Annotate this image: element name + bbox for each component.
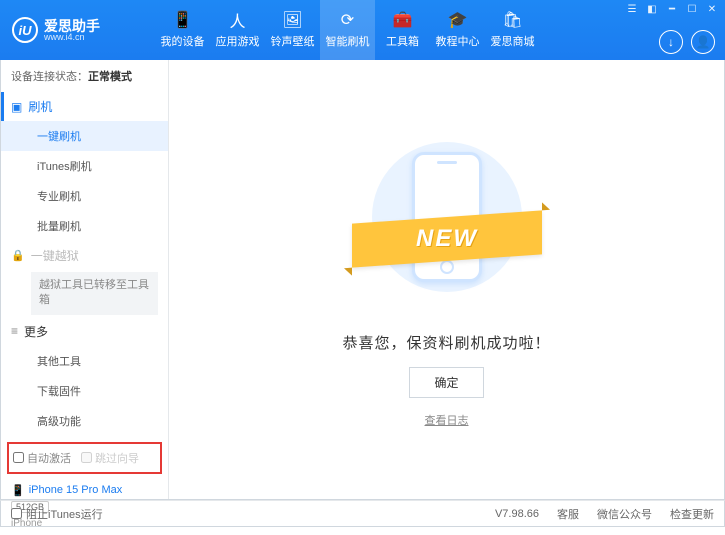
app-name: 爱思助手 xyxy=(44,19,100,33)
menu-icon[interactable]: ☰ xyxy=(625,4,639,15)
sidebar-item-onekey[interactable]: 一键刷机 xyxy=(1,121,168,151)
sidebar-item-itunes[interactable]: iTunes刷机 xyxy=(1,151,168,181)
success-illustration: NEW xyxy=(362,132,532,312)
options-highlight-box: 自动激活 跳过向导 xyxy=(7,442,162,474)
nav-apps[interactable]: 人应用游戏 xyxy=(210,0,265,60)
nav-toolbox[interactable]: 🧰工具箱 xyxy=(375,0,430,60)
apps-icon: 人 xyxy=(229,11,245,29)
device-icon: 📱 xyxy=(173,11,193,29)
ringtone-icon: 🖼 xyxy=(282,11,302,29)
content-area: 设备连接状态：正常模式 ▣ 刷机 一键刷机 iTunes刷机 专业刷机 批量刷机… xyxy=(0,60,725,500)
success-message: 恭喜您，保资料刷机成功啦！ xyxy=(342,332,550,353)
footer-wechat[interactable]: 微信公众号 xyxy=(597,506,652,522)
logo-icon: iU xyxy=(12,17,38,43)
footer-update[interactable]: 检查更新 xyxy=(670,506,714,522)
view-log-link[interactable]: 查看日志 xyxy=(425,412,469,428)
flash-icon: ⟳ xyxy=(341,11,354,29)
app-url: www.i4.cn xyxy=(44,33,100,42)
user-button[interactable]: 👤 xyxy=(691,30,715,54)
flash-section-icon: ▣ xyxy=(11,100,22,114)
section-jailbreak: 🔒 一键越狱 xyxy=(1,241,168,270)
jailbreak-note: 越狱工具已转移至工具箱 xyxy=(31,272,158,315)
tutorial-icon: 🎓 xyxy=(448,11,468,29)
sidebar-item-pro[interactable]: 专业刷机 xyxy=(1,181,168,211)
nav-store[interactable]: 🛍爱思商城 xyxy=(485,0,540,60)
auto-activate-checkbox[interactable]: 自动激活 xyxy=(13,450,71,466)
skip-wizard-checkbox[interactable]: 跳过向导 xyxy=(81,450,139,466)
sidebar-item-other[interactable]: 其他工具 xyxy=(1,346,168,376)
footer-service[interactable]: 客服 xyxy=(557,506,579,522)
titlebar-actions: ↓ 👤 xyxy=(659,30,715,54)
download-button[interactable]: ↓ xyxy=(659,30,683,54)
sidebar: 设备连接状态：正常模式 ▣ 刷机 一键刷机 iTunes刷机 专业刷机 批量刷机… xyxy=(1,60,169,499)
maximize-icon[interactable]: ☐ xyxy=(685,4,699,15)
store-icon: 🛍 xyxy=(502,11,522,29)
section-flash[interactable]: ▣ 刷机 xyxy=(1,92,168,121)
close-icon[interactable]: ✕ xyxy=(705,4,719,15)
phone-icon: 📱 xyxy=(11,484,25,497)
ok-button[interactable]: 确定 xyxy=(409,367,483,398)
top-nav: 📱我的设备 人应用游戏 🖼铃声壁纸 ⟳智能刷机 🧰工具箱 🎓教程中心 🛍爱思商城 xyxy=(155,0,540,60)
toolbox-icon: 🧰 xyxy=(393,11,413,29)
titlebar: iU 爱思助手 www.i4.cn 📱我的设备 人应用游戏 🖼铃声壁纸 ⟳智能刷… xyxy=(0,0,725,60)
app-logo: iU 爱思助手 www.i4.cn xyxy=(0,17,155,43)
skin-icon[interactable]: ◧ xyxy=(645,4,659,15)
more-icon: ≡ xyxy=(11,324,18,338)
window-controls: ☰ ◧ ━ ☐ ✕ xyxy=(625,4,719,15)
version-label: V7.98.66 xyxy=(495,508,539,520)
section-more[interactable]: ≡ 更多 xyxy=(1,317,168,346)
lock-icon: 🔒 xyxy=(11,249,25,262)
connection-status: 设备连接状态：正常模式 xyxy=(1,60,168,92)
device-name[interactable]: 📱 iPhone 15 Pro Max xyxy=(11,484,158,497)
nav-ringtones[interactable]: 🖼铃声壁纸 xyxy=(265,0,320,60)
sidebar-item-advanced[interactable]: 高级功能 xyxy=(1,406,168,436)
sidebar-item-download[interactable]: 下载固件 xyxy=(1,376,168,406)
main-panel: NEW 恭喜您，保资料刷机成功啦！ 确定 查看日志 xyxy=(169,60,724,499)
block-itunes-checkbox[interactable]: 阻止iTunes运行 xyxy=(11,506,103,522)
nav-flash[interactable]: ⟳智能刷机 xyxy=(320,0,375,60)
sidebar-item-batch[interactable]: 批量刷机 xyxy=(1,211,168,241)
minimize-icon[interactable]: ━ xyxy=(665,4,679,15)
nav-my-device[interactable]: 📱我的设备 xyxy=(155,0,210,60)
nav-tutorials[interactable]: 🎓教程中心 xyxy=(430,0,485,60)
